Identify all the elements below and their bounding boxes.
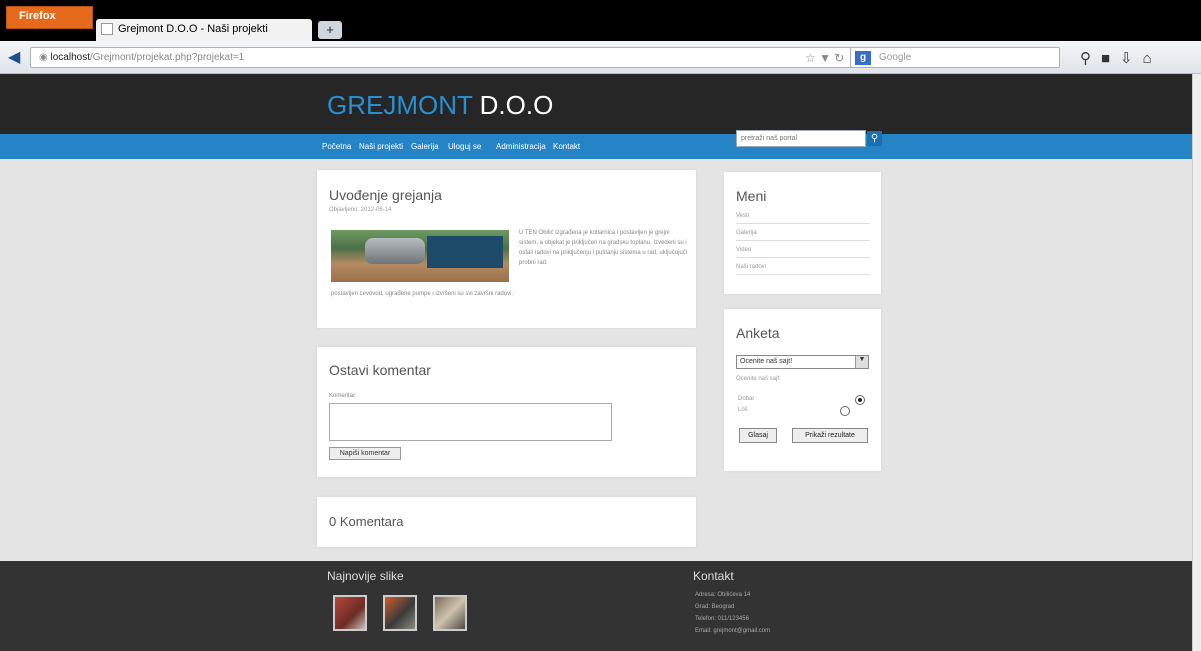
sidebar-item-radovi[interactable]: Naši radovi (736, 259, 870, 275)
comment-form-title: Ostavi komentar (329, 362, 431, 378)
project-text: U TEN Obilić izgrađena je kotlarnica i p… (519, 230, 688, 266)
menu-item-uloguj[interactable]: Uloguj se (448, 142, 481, 151)
footer-contact-title: Kontakt (693, 569, 734, 583)
gallery-thumbnail[interactable] (383, 595, 417, 631)
poll-option-label: Dobar (738, 396, 755, 402)
sidebar-menu-panel: Meni Vesti Galerija Video Naši radovi (724, 172, 881, 294)
gallery-thumbnail[interactable] (333, 595, 367, 631)
vote-button[interactable]: Glasaj (739, 428, 777, 443)
search-icon[interactable]: ⚲ (867, 131, 882, 146)
poll-selected-value: Ocenite naš sajt! (740, 358, 793, 365)
back-arrow-icon[interactable]: ◀ (8, 48, 28, 68)
favicon-icon (101, 23, 113, 35)
browser-tab[interactable]: Grejmont D.O.O - Naši projekti (96, 19, 312, 41)
firefox-menu-button[interactable]: Firefox (6, 6, 93, 29)
poll-title: Anketa (736, 325, 780, 341)
poll-radio-2[interactable] (840, 406, 850, 416)
site-header: GREJMONT D.O.O (0, 74, 1192, 134)
site-footer: Najnovije slike Kontakt Adresa: Obilićev… (0, 561, 1192, 651)
contact-line: Grad: Beograd (695, 604, 735, 610)
poll-panel: Anketa Ocenite naš sajt! ▼ Ocenite naš s… (724, 309, 881, 471)
photo-tank (365, 238, 425, 264)
sidebar-item-vesti[interactable]: Vesti (736, 208, 870, 224)
project-photo (331, 230, 509, 282)
contact-line: Telefon: 011/123456 (695, 616, 749, 622)
comment-label: Komentar: (329, 393, 357, 399)
comments-count: 0 Komentara (329, 514, 404, 529)
google-icon: g (855, 51, 871, 65)
contact-line: Email: grejmont@gmail.com (695, 628, 771, 634)
browser-nav-bar: ◀ ◉ localhost/Grejmont/projekat.php?proj… (0, 41, 1201, 74)
sidebar-item-galerija[interactable]: Galerija (736, 225, 870, 241)
project-title: Uvođenje grejanja (329, 187, 442, 203)
search-engine-label: Google (879, 52, 912, 63)
poll-question: Ocenite naš sajt: (736, 376, 781, 382)
new-tab-button[interactable]: + (318, 21, 342, 39)
comment-form-panel: Ostavi komentar Komentar: Napiši komenta… (317, 347, 696, 477)
logo-part2: D.O.O (472, 90, 554, 120)
main-menu: Početna Naši projekti Galerija Uloguj se… (0, 134, 1192, 159)
menu-item-galerija[interactable]: Galerija (411, 142, 439, 151)
gallery-thumbnail[interactable] (433, 595, 467, 631)
globe-icon: ◉ (39, 52, 51, 63)
contact-line: Adresa: Obilićeva 14 (695, 592, 751, 598)
sidebar-menu-title: Meni (736, 188, 767, 204)
project-text-continued: postavljen cevovod, ugrađene pumpe i izv… (331, 291, 514, 297)
poll-radio-1[interactable] (855, 395, 865, 405)
browser-search-box[interactable]: g Google (850, 47, 1060, 68)
project-date: Objavljeno: 2012-06-14 (329, 207, 392, 213)
show-results-button[interactable]: Prikaži rezultate (792, 428, 868, 443)
tab-title: Grejmont D.O.O - Naši projekti (118, 23, 268, 35)
page-scrollbar[interactable] (1192, 74, 1201, 651)
site-logo[interactable]: GREJMONT D.O.O (327, 90, 553, 121)
browser-tab-bar: Firefox Grejmont D.O.O - Naši projekti + (0, 0, 1201, 41)
photo-container (427, 236, 503, 268)
chevron-down-icon: ▼ (855, 356, 868, 368)
submit-comment-button[interactable]: Napiši komentar (329, 447, 401, 460)
sidebar-item-video[interactable]: Video (736, 242, 870, 258)
url-path: /Grejmont/projekat.php?projekat=1 (89, 52, 245, 63)
poll-select[interactable]: Ocenite naš sajt! ▼ (736, 355, 869, 369)
poll-option-label: Loš (738, 407, 748, 413)
comments-panel: 0 Komentara (317, 497, 696, 547)
menu-item-pocetna[interactable]: Početna (322, 142, 351, 151)
bookmark-star-icon[interactable]: ☆ ▼ ↻ (805, 51, 844, 65)
url-bar[interactable]: ◉ localhost/Grejmont/projekat.php?projek… (30, 47, 864, 68)
comment-textarea[interactable] (329, 403, 612, 441)
menu-item-kontakt[interactable]: Kontakt (553, 142, 580, 151)
menu-item-administracija[interactable]: Administracija (496, 142, 546, 151)
menu-item-projekti[interactable]: Naši projekti (359, 142, 403, 151)
url-host: localhost (50, 52, 90, 63)
site-search-input[interactable]: pretraži naš portal (736, 130, 866, 147)
footer-gallery-title: Najnovije slike (327, 569, 404, 583)
browser-toolbar-icons[interactable]: ⚲■⇩⌂ (1080, 49, 1162, 67)
logo-part1: GREJMONT (327, 90, 473, 120)
project-panel: Uvođenje grejanja Objavljeno: 2012-06-14… (317, 170, 696, 328)
